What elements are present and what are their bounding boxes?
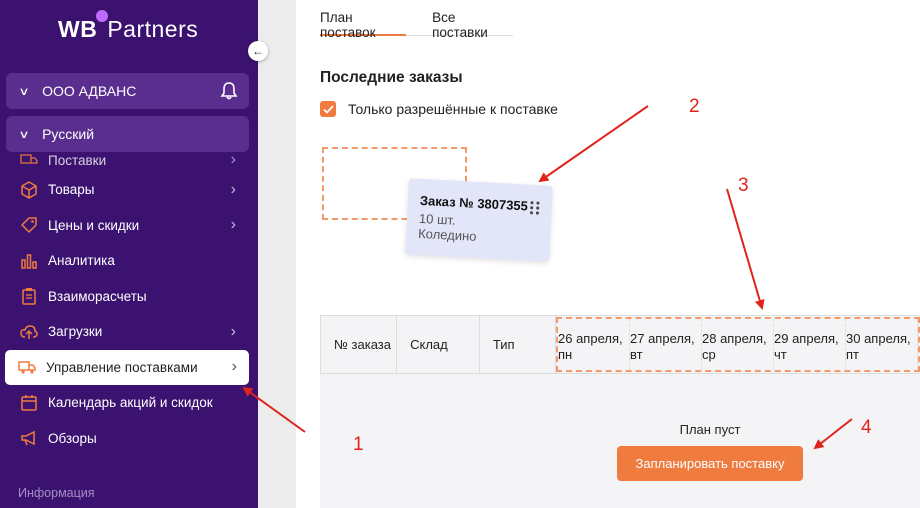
chevron-right-icon: › <box>231 358 237 376</box>
sidebar-item-reviews[interactable]: Обзоры <box>0 421 258 457</box>
truck-icon <box>18 358 36 376</box>
chevron-right-icon: › <box>230 151 236 168</box>
sidebar-item-label: Взаиморасчеты <box>48 288 147 304</box>
day-date: 29 апреля, <box>774 331 839 346</box>
sidebar-section-info: Информация <box>18 486 95 500</box>
day-column[interactable]: 26 апреля, пн <box>558 319 630 370</box>
arrow-left-icon: ← <box>252 44 264 58</box>
chart-icon <box>20 252 38 270</box>
day-weekday: вт <box>630 347 643 362</box>
sidebar-item-settlements[interactable]: Взаиморасчеты <box>0 279 258 315</box>
megaphone-icon <box>20 429 38 447</box>
day-column[interactable]: 30 апреля, пт <box>846 319 918 370</box>
main-content: План поставок Все поставки Последние зак… <box>296 0 920 508</box>
checkmark-icon <box>322 104 334 114</box>
sidebar-item-label: Товары <box>48 182 95 198</box>
sidebar-item-products[interactable]: Товары › <box>0 172 258 208</box>
day-weekday: пт <box>846 347 859 362</box>
sidebar-menu: Поставки › Товары › Цены и скидки › Анал… <box>0 148 258 456</box>
filter-checkbox[interactable] <box>320 101 336 117</box>
sidebar-item-prices[interactable]: Цены и скидки › <box>0 208 258 244</box>
filter-label: Только разрешённые к поставке <box>348 101 558 117</box>
logo[interactable]: WB Partners <box>58 10 199 43</box>
order-card[interactable]: Заказ № 3807355 10 шт. Коледино <box>405 178 553 262</box>
chevron-right-icon: › <box>230 180 236 198</box>
language-name: Русский <box>42 126 95 142</box>
annotation-number-3: 3 <box>738 175 749 196</box>
chevron-down-icon: ∨ <box>18 128 30 141</box>
sidebar-item-label: Поставки <box>48 152 107 168</box>
sidebar-item-label: Календарь акций и скидок <box>48 395 213 411</box>
bell-icon[interactable] <box>219 81 239 101</box>
annotation-number-2: 2 <box>689 96 700 117</box>
day-columns: 26 апреля, пн 27 апреля, вт 28 апреля, ср 2… <box>556 317 920 372</box>
section-title: Последние заказы <box>320 69 463 86</box>
supply-plan-table: № заказа Склад Тип 26 апреля, пн 27 апрел… <box>320 315 920 508</box>
day-weekday: чт <box>774 347 787 362</box>
box-icon <box>20 180 38 199</box>
tag-icon <box>20 216 38 234</box>
empty-plan-label: План пуст <box>679 422 741 437</box>
tabs: План поставок Все поставки <box>320 0 513 40</box>
day-date: 27 апреля, <box>630 331 695 346</box>
day-date: 30 апреля, <box>846 331 911 346</box>
logo-dot-icon <box>96 10 108 22</box>
column-order-number: № заказа <box>321 316 398 373</box>
sidebar-item-analytics[interactable]: Аналитика <box>0 243 258 279</box>
sidebar-item-supplies[interactable]: Поставки › <box>0 148 258 172</box>
sidebar-item-label: Обзоры <box>48 430 97 446</box>
language-selector[interactable]: ∨ Русский <box>6 116 249 152</box>
day-column[interactable]: 27 апреля, вт <box>630 319 702 370</box>
table-header: № заказа Склад Тип 26 апреля, пн 27 апрел… <box>320 315 920 374</box>
empty-plan-text: План пуст <box>286 422 920 437</box>
sidebar-item-label: Аналитика <box>48 253 115 269</box>
sidebar-item-label: Загрузки <box>48 324 103 340</box>
allowed-filter[interactable]: Только разрешённые к поставке <box>320 101 558 117</box>
day-weekday: пн <box>558 347 573 362</box>
sidebar-item-label: Управление поставками <box>46 359 198 375</box>
chevron-right-icon: › <box>230 322 236 340</box>
clipboard-icon <box>20 287 38 305</box>
day-date: 26 апреля, <box>558 331 623 346</box>
sidebar-item-supply-management[interactable]: Управление поставками › <box>5 349 249 385</box>
chevron-right-icon: › <box>230 216 236 234</box>
sidebar-item-promo-calendar[interactable]: Календарь акций и скидок <box>0 385 258 421</box>
chevron-down-icon: ∨ <box>18 85 30 98</box>
day-column[interactable]: 28 апреля, ср <box>702 319 774 370</box>
drag-handle-icon[interactable] <box>529 201 540 216</box>
annotation-number-4: 4 <box>861 417 872 438</box>
day-date: 28 апреля, <box>702 331 767 346</box>
org-name: ООО АДВАНС <box>42 83 137 99</box>
annotation-number-1: 1 <box>353 434 364 455</box>
calendar-icon <box>20 394 38 412</box>
sidebar: WB Partners ∨ ООО АДВАНС ∨ Русский Постав… <box>0 0 258 508</box>
org-selector[interactable]: ∨ ООО АДВАНС <box>6 73 249 109</box>
column-warehouse: Склад <box>397 316 480 373</box>
collapse-sidebar-button[interactable]: ← <box>248 41 268 61</box>
tab-all-supplies[interactable]: Все поставки <box>432 0 513 40</box>
tab-supply-plan[interactable]: План поставок <box>320 0 407 40</box>
logo-partners: Partners <box>107 16 199 42</box>
day-weekday: ср <box>702 347 716 362</box>
truck-icon <box>20 151 38 169</box>
logo-wb: WB <box>58 16 98 42</box>
sidebar-item-label: Цены и скидки <box>48 217 140 233</box>
sidebar-item-uploads[interactable]: Загрузки › <box>0 314 258 350</box>
cloud-upload-icon <box>20 323 38 341</box>
column-type: Тип <box>480 316 556 373</box>
day-column[interactable]: 29 апреля, чт <box>774 319 846 370</box>
plan-supply-button[interactable]: Запланировать поставку <box>617 446 803 481</box>
